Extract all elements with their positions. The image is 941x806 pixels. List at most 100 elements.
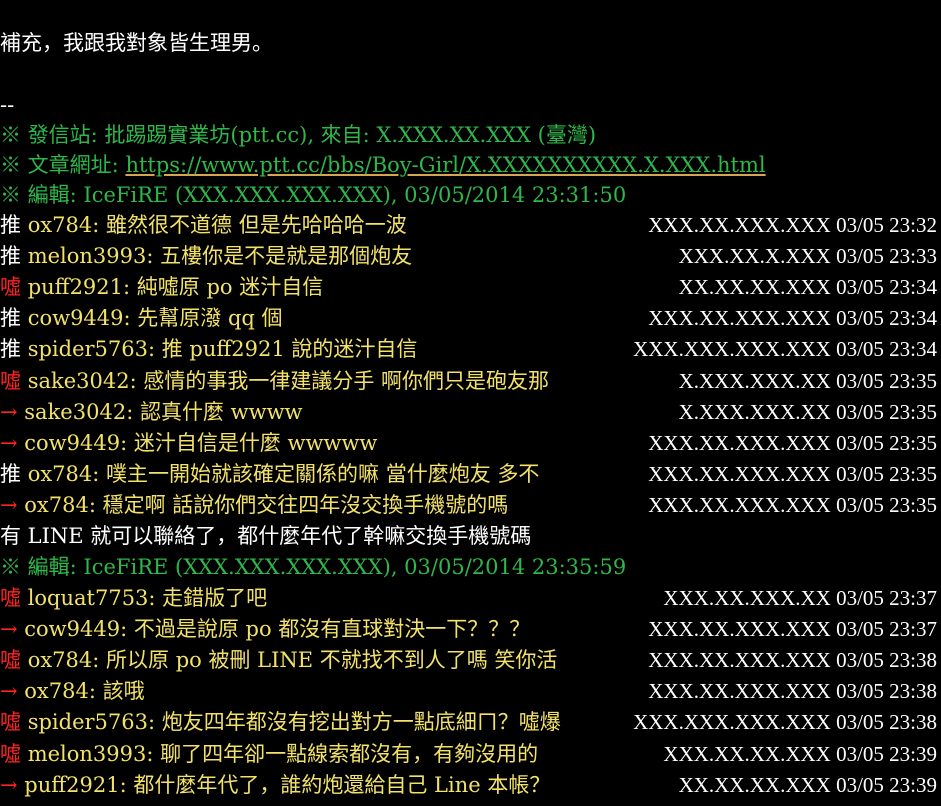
push-ip: XXX.XX.XXX.XXX — [648, 492, 837, 517]
boo-tag: 噓 — [0, 368, 28, 393]
push-meta: XX.XX.XX.XXX 03/05 23:34 — [679, 272, 937, 303]
push-meta: XXX.XX.X.XXX 03/05 23:33 — [679, 241, 937, 272]
push-time: 03/05 23:38 — [836, 679, 937, 704]
origin-info-line: ※ 發信站: 批踢踢實業坊(ptt.cc), 來自: X.XXX.XX.XXX … — [0, 123, 597, 147]
push-time: 03/05 23:39 — [836, 741, 937, 766]
push-ip: XXX.XX.XXX.XXX — [648, 430, 837, 455]
push-ip: XXX.XX.XXX.XXX — [648, 213, 837, 237]
push-username: melon3993 — [27, 244, 147, 269]
article-url-label: ※ 文章網址: — [0, 153, 126, 177]
push-meta: XXX.XX.XXX.XXX 03/05 23:32 — [648, 210, 937, 241]
edit-info-line-2: ※ 編輯: IceFiRE (XXX.XXX.XXX.XXX), 03/05/2… — [0, 555, 627, 579]
push-content: : 炮友四年都沒有挖出對方一點底細ㄇ？噓爆 — [147, 710, 561, 735]
push-meta: XXX.XX.XXX.XXX 03/05 23:38 — [648, 676, 937, 707]
boo-tag: 噓 — [0, 275, 28, 300]
push-tag: 推 — [0, 306, 28, 331]
push-meta: X.XXX.XXX.XX 03/05 23:35 — [679, 366, 937, 397]
push-row: 噓 loquat7753: 走錯版了吧 XXX.XX.XXX.XX 03/05 2… — [0, 583, 941, 614]
push-username: melon3993 — [27, 741, 147, 766]
push-meta: XXX.XX.XXX.XXX 03/05 23:34 — [648, 303, 937, 334]
push-row: 推 ox784: 雖然很不道德 但是先哈哈哈一波 XXX.XX.XXX.XXX 0… — [0, 210, 941, 241]
push-content: : 該哦 — [88, 679, 145, 704]
push-content: : 雖然很不道德 但是先哈哈哈一波 — [92, 213, 407, 237]
push-row: 推 ox784: 噗主一開始就該確定關係的嘛 當什麼炮友 多不 XXX.XX.XX… — [0, 459, 941, 490]
push-time: 03/05 23:37 — [836, 586, 937, 610]
push-ip: XXX.XX.XXX.XXX — [648, 648, 837, 673]
push-ip: XX.XX.XX.XXX — [678, 772, 837, 797]
push-ip: XX.XX.XX.XXX — [678, 275, 837, 300]
push-time: 03/05 23:38 — [836, 710, 937, 735]
push-row: 噓 puff2921: 純噓原 po 迷汁自信 XX.XX.XX.XXX 03/0… — [0, 272, 941, 303]
arrow-tag: → — [0, 430, 25, 455]
push-content: : 迷汁自信是什麼 wwwww — [120, 430, 378, 455]
push-username: spider5763 — [27, 337, 148, 362]
push-username: loquat7753 — [27, 586, 149, 610]
push-meta: XXX.XX.XX.XXX 03/05 23:39 — [663, 739, 937, 770]
push-row: → cow9449: 不過是說原 po 都沒有直球對決一下？？？ XXX.XX.X… — [0, 614, 941, 645]
push-meta: XXX.XXX.XXX.XXX 03/05 23:38 — [633, 707, 937, 738]
push-time: 03/05 23:34 — [836, 306, 937, 331]
push-meta: XXX.XX.XXX.XX 03/05 23:37 — [663, 583, 937, 614]
push-row: 噓 sake3042: 感情的事我一律建議分手 啊你們只是砲友那 X.XXX.XX… — [0, 366, 941, 397]
push-content: : 推 puff2921 說的迷汁自信 — [147, 337, 418, 362]
signature-separator: -- — [0, 93, 15, 117]
push-time: 03/05 23:34 — [836, 337, 937, 362]
push-meta: XX.XX.XX.XXX 03/05 23:39 — [679, 770, 937, 801]
post-body-line: 補充，我跟我對象皆生理男。 — [0, 31, 273, 55]
push-continuation-text: 有 LINE 就可以聯絡了，都什麼年代了幹嘛交換手機號碼 — [0, 524, 532, 548]
boo-tag: 噓 — [0, 741, 28, 766]
push-content: : 感情的事我一律建議分手 啊你們只是砲友那 — [129, 368, 550, 393]
push-tag: 推 — [0, 337, 28, 362]
push-row: 推 spider5763: 推 puff2921 說的迷汁自信 XXX.XXX.X… — [0, 334, 941, 365]
push-username: ox784 — [27, 648, 93, 673]
push-row: 噓 ox784: 所以原 po 被刪 LINE 不就找不到人了嗎 笑你活 XXX.… — [0, 645, 941, 676]
push-content: : 都什麼年代了，誰約炮還給自己 Line 本帳？ — [119, 772, 551, 797]
push-time: 03/05 23:32 — [836, 213, 937, 237]
push-row: → ox784: 該哦 XXX.XX.XXX.XXX 03/05 23:38 — [0, 676, 941, 707]
push-content: : 先幫原潑 qq 個 — [123, 306, 283, 331]
push-ip: XXX.XXX.XXX.XXX — [633, 710, 837, 735]
push-ip: XXX.XX.XXX.XXX — [648, 679, 837, 704]
arrow-tag: → — [0, 492, 25, 517]
push-ip: XXX.XX.XXX.XXX — [648, 306, 837, 331]
push-row: → puff2921: 都什麼年代了，誰約炮還給自己 Line 本帳？ XX.XX… — [0, 770, 941, 801]
push-time: 03/05 23:34 — [836, 275, 937, 300]
push-meta: X.XXX.XXX.XX 03/05 23:35 — [679, 397, 937, 428]
push-username: cow9449 — [27, 306, 124, 331]
article-url-link[interactable]: https://www.ptt.cc/bbs/Boy-Girl/X.XXXXXX… — [125, 153, 765, 177]
push-meta: XXX.XX.XXX.XXX 03/05 23:35 — [648, 459, 937, 490]
push-time: 03/05 23:39 — [836, 772, 937, 797]
push-username: spider5763 — [27, 710, 148, 735]
push-ip: XXX.XX.X.XXX — [678, 244, 837, 269]
push-content: : 所以原 po 被刪 LINE 不就找不到人了嗎 笑你活 — [92, 648, 558, 673]
push-time: 03/05 23:35 — [836, 399, 937, 424]
push-row: 噓 spider5763: 炮友四年都沒有挖出對方一點底細ㄇ？噓爆 XXX.XXX… — [0, 707, 941, 738]
push-ip: XXX.XX.XXX.XX — [663, 586, 837, 610]
boo-tag: 噓 — [0, 586, 28, 610]
push-time: 03/05 23:37 — [836, 617, 937, 642]
push-time: 03/05 23:33 — [836, 244, 937, 269]
push-username: puff2921 — [27, 275, 124, 300]
push-tag: 推 — [0, 213, 28, 237]
arrow-tag: → — [0, 772, 25, 797]
push-meta: XXX.XX.XXX.XXX 03/05 23:38 — [648, 645, 937, 676]
article-url-line: ※ 文章網址: https://www.ptt.cc/bbs/Boy-Girl/… — [0, 150, 766, 181]
push-content: : 五樓你是不是就是那個炮友 — [146, 244, 413, 269]
push-content: : 走錯版了吧 — [148, 586, 268, 610]
push-ip: XXX.XX.XXX.XXX — [648, 617, 837, 642]
boo-tag: 噓 — [0, 648, 28, 673]
push-tag: 推 — [0, 461, 28, 486]
push-content: : 聊了四年卻一點線索都沒有，有夠沒用的 — [146, 741, 539, 766]
push-row: → sake3042: 認真什麼 wwww X.XXX.XXX.XX 03/05 … — [0, 397, 941, 428]
push-row: 推 cow9449: 先幫原潑 qq 個 XXX.XX.XXX.XXX 03/05… — [0, 303, 941, 334]
push-username: puff2921 — [24, 772, 120, 797]
push-meta: XXX.XX.XXX.XXX 03/05 23:35 — [648, 428, 937, 459]
push-time: 03/05 23:38 — [836, 648, 937, 673]
push-ip: XXX.XX.XXX.XXX — [648, 461, 837, 486]
arrow-tag: → — [0, 617, 25, 642]
push-row: 噓 melon3993: 聊了四年卻一點線索都沒有，有夠沒用的 XXX.XX.XX… — [0, 739, 941, 770]
boo-tag: 噓 — [0, 710, 28, 735]
push-time: 03/05 23:35 — [836, 461, 937, 486]
push-ip: XXX.XX.XX.XXX — [663, 741, 837, 766]
push-time: 03/05 23:35 — [836, 492, 937, 517]
